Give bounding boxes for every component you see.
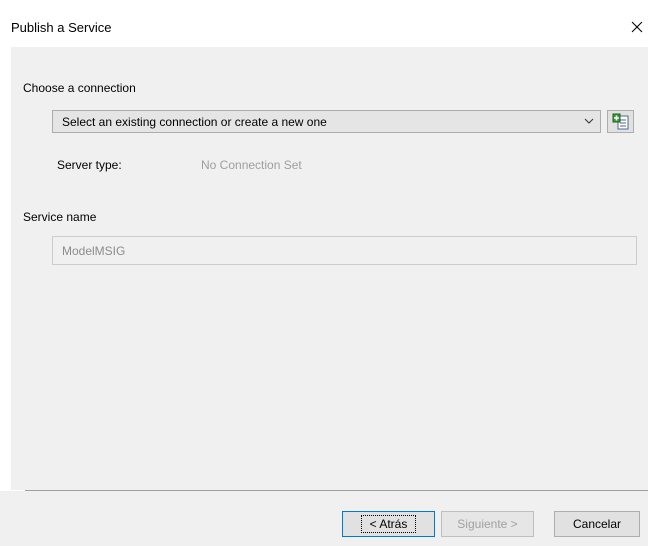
back-button[interactable]: < Atrás xyxy=(342,511,435,537)
dialog-title: Publish a Service xyxy=(11,20,112,35)
new-connection-icon xyxy=(612,113,628,129)
connection-select[interactable]: Select an existing connection or create … xyxy=(52,110,601,133)
cancel-button[interactable]: Cancelar xyxy=(554,511,640,537)
close-icon xyxy=(631,21,643,33)
back-button-label: < Atrás xyxy=(360,515,417,533)
server-type-value: No Connection Set xyxy=(201,158,302,172)
new-connection-button[interactable] xyxy=(607,110,634,133)
choose-connection-label: Choose a connection xyxy=(23,81,136,95)
service-name-value: ModelMSIG xyxy=(62,244,126,258)
service-name-field[interactable]: ModelMSIG xyxy=(52,236,637,265)
next-button-label: Siguiente > xyxy=(457,517,518,531)
service-name-label: Service name xyxy=(23,210,97,224)
close-button[interactable] xyxy=(626,14,648,40)
connection-select-value: Select an existing connection or create … xyxy=(62,115,327,129)
cancel-button-label: Cancelar xyxy=(572,517,622,531)
chevron-down-icon xyxy=(584,118,594,124)
dialog-footer xyxy=(0,491,648,546)
title-bar: Publish a Service xyxy=(0,0,648,47)
server-type-label: Server type: xyxy=(57,158,122,172)
next-button[interactable]: Siguiente > xyxy=(441,511,534,537)
